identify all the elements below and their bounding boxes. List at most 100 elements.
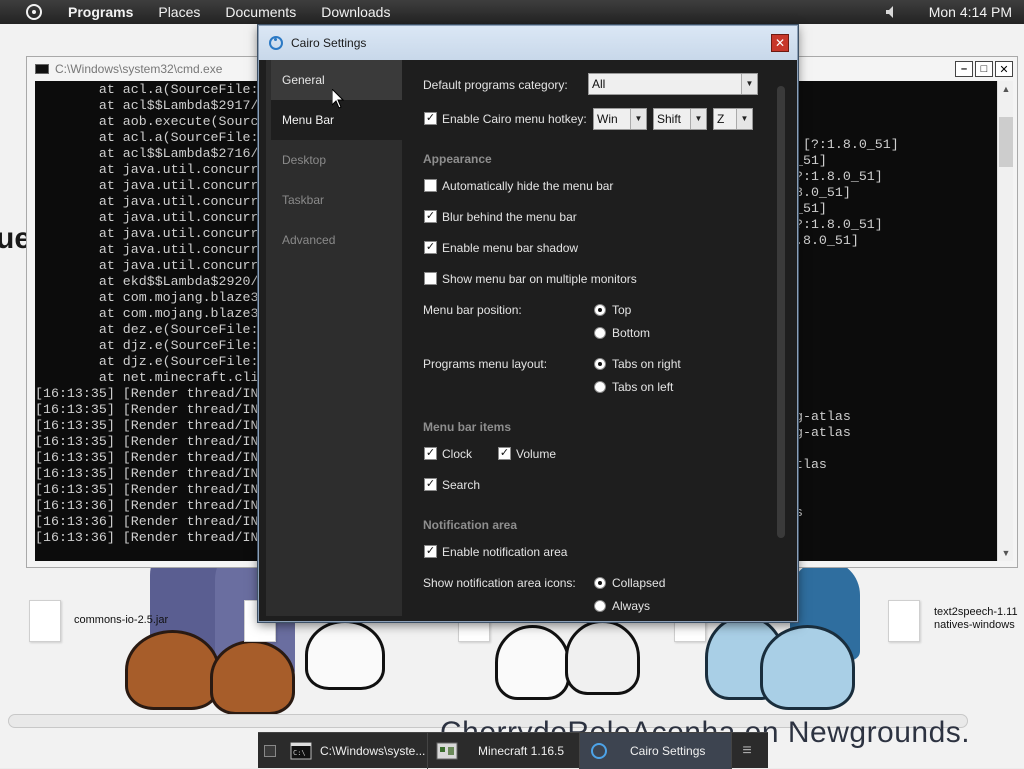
position-bottom-label: Bottom: [612, 326, 651, 340]
layout-left-radio[interactable]: [594, 381, 606, 393]
console-line-fragment: as: [787, 505, 987, 521]
notification-collapsed-label: Collapsed: [612, 576, 666, 590]
console-line-fragment: atlas: [787, 457, 827, 472]
default-programs-dropdown[interactable]: All ▼: [588, 73, 758, 95]
chevron-down-icon: ▼: [690, 109, 706, 129]
scroll-up-arrow-icon[interactable]: ▲: [998, 81, 1014, 97]
console-line-fragment: [787, 361, 987, 377]
menu-bar-position-label: Menu bar position:: [423, 303, 522, 317]
settings-title: Cairo Settings: [291, 36, 367, 50]
position-top-radio[interactable]: [594, 304, 606, 316]
hotkey-modifier-1-dropdown[interactable]: Win ▼: [593, 108, 647, 130]
scroll-thumb[interactable]: [999, 117, 1013, 167]
position-bottom-radio[interactable]: [594, 327, 606, 339]
maximize-button[interactable]: □: [975, 61, 993, 77]
cmd-console-right-fragment: ) [?:1.8.0_51] 0_51] [?:1.8.0_51] .8.0_51] 0…: [787, 137, 987, 521]
task-label: C:\Windows\syste...: [320, 743, 426, 758]
cmd-title: C:\Windows\system32\cmd.exe: [55, 62, 223, 76]
settings-titlebar[interactable]: Cairo Settings ✕: [259, 26, 797, 60]
clock-checkbox[interactable]: ✓: [424, 447, 437, 460]
layout-right-radio[interactable]: [594, 358, 606, 370]
hotkey-modifier-2-value: Shift: [657, 112, 682, 126]
search-option-label: Search: [442, 478, 481, 492]
notification-always-radio[interactable]: [594, 600, 606, 612]
menu-downloads[interactable]: Downloads: [321, 4, 390, 20]
search-checkbox[interactable]: ✓: [424, 478, 437, 491]
tab-advanced[interactable]: Advanced: [271, 220, 402, 260]
hotkey-modifier-2-dropdown[interactable]: Shift ▼: [653, 108, 707, 130]
wallpaper-shoe: [760, 625, 855, 710]
taskbar-menu-icon[interactable]: ≡: [732, 733, 762, 769]
settings-scrollbar[interactable]: [777, 86, 785, 538]
settings-content: Default programs category: All ▼ ✓ Enabl…: [402, 60, 790, 616]
default-programs-label: Default programs category:: [423, 78, 568, 92]
notification-enable-label: Enable notification area: [442, 545, 568, 559]
multi-monitor-label: Show menu bar on multiple monitors: [442, 272, 637, 286]
svg-text:C:\: C:\: [293, 749, 306, 757]
auto-hide-checkbox[interactable]: [424, 179, 437, 192]
hotkey-label: Enable Cairo menu hotkey:: [442, 112, 587, 126]
desktop-file-label[interactable]: commons-io-2.5.jar: [74, 614, 168, 627]
file-icon[interactable]: [29, 600, 61, 642]
menu-places[interactable]: Places: [158, 4, 200, 20]
console-line-fragment: 0_51]: [787, 201, 827, 216]
console-line-fragment: [787, 441, 987, 457]
notification-area-heading: Notification area: [423, 518, 518, 532]
console-line-fragment: [?:1.8.0_51]: [787, 217, 883, 232]
task-label: Minecraft 1.16.5: [478, 743, 565, 758]
volume-checkbox[interactable]: ✓: [498, 447, 511, 460]
settings-body: General Menu Bar Desktop Taskbar Advance…: [266, 60, 790, 616]
tab-desktop[interactable]: Desktop: [271, 140, 402, 180]
hotkey-key-dropdown[interactable]: Z ▼: [713, 108, 753, 130]
notification-enable-checkbox[interactable]: ✓: [424, 545, 437, 558]
layout-right-label: Tabs on right: [612, 357, 681, 371]
console-line-fragment: [787, 265, 987, 281]
shadow-checkbox[interactable]: ✓: [424, 241, 437, 254]
shadow-label: Enable menu bar shadow: [442, 241, 579, 255]
menu-bar-items-heading: Menu bar items: [423, 420, 512, 434]
position-top-label: Top: [612, 303, 632, 317]
cairo-icon: [269, 36, 283, 50]
notification-collapsed-radio[interactable]: [594, 577, 606, 589]
cairo-settings-window: Cairo Settings ✕ General Menu Bar Deskto…: [258, 25, 798, 622]
task-cairo-settings[interactable]: Cairo Settings: [580, 732, 732, 769]
tab-taskbar[interactable]: Taskbar: [271, 180, 402, 220]
cmd-icon: C:\: [290, 742, 312, 759]
speaker-icon[interactable]: [885, 5, 899, 19]
wallpaper-shoe: [305, 620, 385, 690]
menu-documents[interactable]: Documents: [225, 4, 296, 20]
hotkey-checkbox[interactable]: ✓: [424, 112, 437, 125]
desktop-toggle-button[interactable]: [258, 733, 282, 769]
minecraft-icon: [436, 742, 458, 759]
programs-layout-label: Programs menu layout:: [423, 357, 548, 371]
clock[interactable]: Mon 4:14 PM: [929, 4, 1012, 20]
layout-left-label: Tabs on left: [612, 380, 674, 394]
close-button[interactable]: ✕: [771, 34, 789, 52]
scroll-down-arrow-icon[interactable]: ▼: [998, 545, 1014, 561]
minimize-button[interactable]: –: [955, 61, 973, 77]
task-minecraft[interactable]: Minecraft 1.16.5: [428, 732, 580, 769]
wallpaper-shoe: [495, 625, 570, 700]
file-icon[interactable]: [888, 600, 920, 642]
auto-hide-label: Automatically hide the menu bar: [442, 179, 614, 193]
cmd-vertical-scrollbar[interactable]: ▲ ▼: [997, 81, 1013, 561]
console-line-fragment: 0_51]: [787, 153, 827, 168]
multi-monitor-checkbox[interactable]: [424, 272, 437, 285]
desktop-file-label[interactable]: text2speech-1.11 natives-windows: [934, 606, 1022, 632]
console-line-fragment: [787, 345, 987, 361]
chevron-down-icon: ▼: [630, 109, 646, 129]
blur-checkbox[interactable]: ✓: [424, 210, 437, 223]
wallpaper-shoe: [565, 620, 640, 695]
menu-programs[interactable]: Programs: [68, 4, 133, 20]
task-label: Cairo Settings: [630, 743, 706, 758]
blur-label: Blur behind the menu bar: [442, 210, 577, 224]
cmd-window-controls: – □ ✕: [955, 61, 1013, 77]
chevron-down-icon: ▼: [741, 74, 757, 94]
desktop-icon: [264, 744, 276, 757]
console-line-fragment: [787, 249, 987, 265]
console-line-fragment: 1.8.0_51]: [787, 233, 859, 248]
task-cmd[interactable]: C:\ C:\Windows\syste...: [282, 732, 428, 769]
cairo-menu-icon[interactable]: [26, 4, 42, 20]
close-button[interactable]: ✕: [995, 61, 1013, 77]
notification-icons-label: Show notification area icons:: [423, 576, 576, 590]
